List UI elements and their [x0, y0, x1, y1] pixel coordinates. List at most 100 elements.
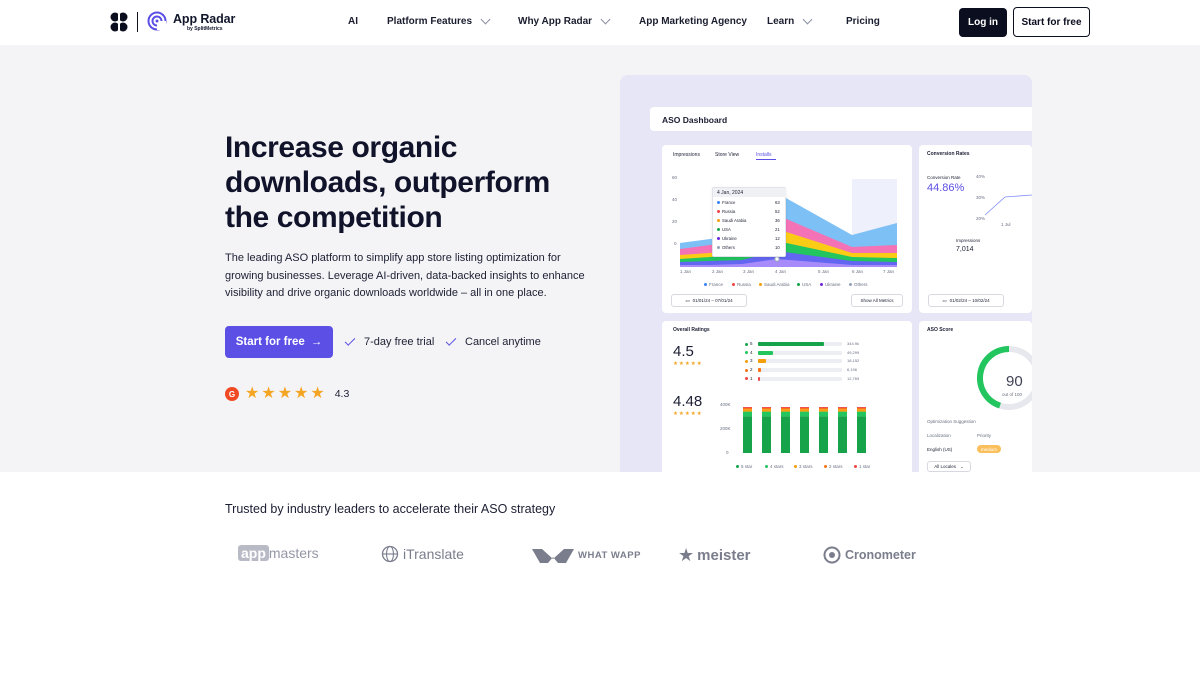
tooltip-row: Russia — [717, 209, 735, 214]
nav-item-pricing[interactable]: Pricing — [846, 16, 880, 27]
aso-score-title: ASO Score — [927, 327, 954, 333]
legend-item: Others — [849, 282, 868, 287]
y-tick: 0 — [726, 450, 729, 455]
legend-label: France — [709, 282, 724, 287]
active-tab-indicator — [756, 159, 776, 160]
y-tick: 0 — [674, 241, 677, 246]
appmasters-logo: app masters — [238, 545, 319, 561]
whatwapp-logo-icon — [532, 549, 574, 563]
rating-bar-fill — [758, 350, 774, 355]
tooltip-row: France — [717, 200, 735, 205]
rating-bar-fill — [758, 376, 760, 381]
locale-english-us: English (US) — [927, 447, 953, 452]
conversion-date-picker[interactable]: ▭ 01/02/24 – 10/02/24 — [928, 294, 1004, 307]
nav-item-label: AI — [348, 16, 358, 27]
rating-bar-segment — [838, 416, 847, 453]
g2-logo-icon: G — [225, 387, 239, 401]
start-for-free-button[interactable]: Start for free → — [225, 326, 333, 358]
login-button[interactable]: Log in — [959, 8, 1007, 37]
rating-count: 49,299 — [847, 349, 860, 355]
y-tick: 20 — [672, 219, 678, 224]
cronometer-logo: Cronometer — [822, 545, 916, 565]
rating-bar-segment — [838, 407, 847, 410]
tab-installs[interactable]: Installs — [756, 152, 772, 158]
show-all-metrics-button[interactable]: Show All Metrics — [851, 294, 903, 307]
nav-item-app-marketing-agency[interactable]: App Marketing Agency — [639, 16, 747, 27]
legend-dot — [717, 210, 720, 214]
conversion-label: Conversion Rate — [927, 175, 961, 180]
rating-count: 12,769 — [847, 375, 860, 381]
rating-bar-segment — [781, 407, 790, 410]
star-icon: ★ — [245, 385, 260, 402]
cronometer-logo-text: Cronometer — [845, 548, 916, 562]
start-for-free-nav-button[interactable]: Start for free — [1013, 7, 1090, 37]
tooltip-country: Russia — [722, 209, 736, 214]
splitmetrics-logo-icon[interactable] — [110, 12, 128, 32]
rating-value: 4.3 — [334, 388, 350, 400]
check-icon — [445, 335, 457, 346]
legend-label: Saudi Arabia — [764, 282, 790, 287]
star-icon: ★ — [310, 385, 325, 402]
nav-item-platform-features[interactable]: Platform Features — [387, 14, 491, 27]
feature-cancel-anytime: Cancel anytime — [445, 335, 541, 348]
conversion-rates-card: Conversion Rates Conversion Rate 44.86% … — [919, 145, 1032, 313]
rating-bar-segment — [857, 407, 866, 408]
conversion-line-chart — [985, 194, 1032, 216]
x-tick: 2 Jan — [712, 269, 724, 274]
nav-item-label: App Marketing Agency — [639, 16, 747, 27]
rating-bar-segment — [819, 409, 828, 412]
rating-bar-fill — [758, 368, 762, 373]
app-radar-logo-icon[interactable] — [147, 11, 167, 31]
gauge-fill — [977, 346, 1010, 409]
x-tick: 1 Jan — [680, 269, 692, 274]
rating-bar-segment — [781, 416, 790, 453]
priority-badge: medium — [977, 445, 1002, 453]
rating-row: 5 344.9k — [745, 341, 865, 347]
nav-item-why-app-radar[interactable]: Why App Radar — [518, 14, 611, 27]
hero-description: The leading ASO platform to simplify app… — [225, 252, 585, 299]
rating-bar-segment — [743, 416, 752, 453]
rating-stars: ★★★★★ — [673, 361, 703, 367]
nav-item-label: Pricing — [846, 16, 880, 27]
legend-label: 1 star — [859, 464, 871, 469]
tooltip-row: Ukraine — [717, 236, 737, 241]
tab-impressions[interactable]: Impressions — [673, 152, 700, 158]
legend-dot — [824, 465, 827, 469]
y-tick: 200K — [720, 426, 731, 431]
installs-chart-card: Impressions Store View Installs 60 40 20… — [662, 145, 912, 313]
legend-dot — [736, 465, 739, 469]
legend-item: 3 stars — [794, 464, 813, 469]
x-tick: 7 Jan — [883, 269, 895, 274]
impressions-value: 7,014 — [956, 246, 974, 253]
rating-bar-segment — [819, 411, 828, 417]
date-range-picker[interactable]: ▭ 01/01/24 – 07/01/24 — [671, 294, 747, 307]
tooltip-country: Others — [722, 245, 735, 250]
nav-item-learn[interactable]: Learn — [767, 14, 813, 27]
tooltip-country: USA — [722, 227, 731, 232]
legend-label: Others — [854, 282, 868, 287]
logo-divider — [137, 12, 138, 32]
meister-logo-text: meister — [697, 547, 751, 564]
rating-bar-segment — [838, 411, 847, 417]
brand-name[interactable]: App Radar — [173, 12, 235, 26]
overall-ratings-card: Overall Ratings 4.5 ★★★★★ 5 344.9k 4 49,299… — [662, 321, 912, 472]
nav-item-ai[interactable]: AI — [348, 16, 358, 27]
tooltip-row: Others — [717, 245, 735, 250]
g2-rating[interactable]: G ★ ★ ★ ★ ★ 4.3 — [225, 386, 349, 402]
legend-item: 5 star — [736, 464, 752, 469]
rating-row: 3 18,152 — [745, 358, 865, 364]
rating-bar-segment — [781, 411, 790, 417]
y-tick: 40% — [976, 174, 986, 179]
calendar-icon: ▭ — [942, 297, 947, 303]
rating-bar-segment — [857, 409, 866, 412]
y-tick: 60 — [672, 175, 678, 180]
tab-store-view[interactable]: Store View — [715, 152, 739, 158]
all-locales-dropdown[interactable]: All Locales ⌄ — [927, 461, 971, 472]
legend-label: 3 stars — [799, 464, 813, 469]
nav-item-label: Platform Features — [387, 16, 473, 27]
legend-dot — [745, 368, 748, 372]
star-icon: ★ — [261, 385, 276, 402]
legend-label: USA — [802, 282, 812, 287]
trusted-heading: Trusted by industry leaders to accelerat… — [225, 502, 556, 516]
rating-bar-segment — [857, 416, 866, 453]
